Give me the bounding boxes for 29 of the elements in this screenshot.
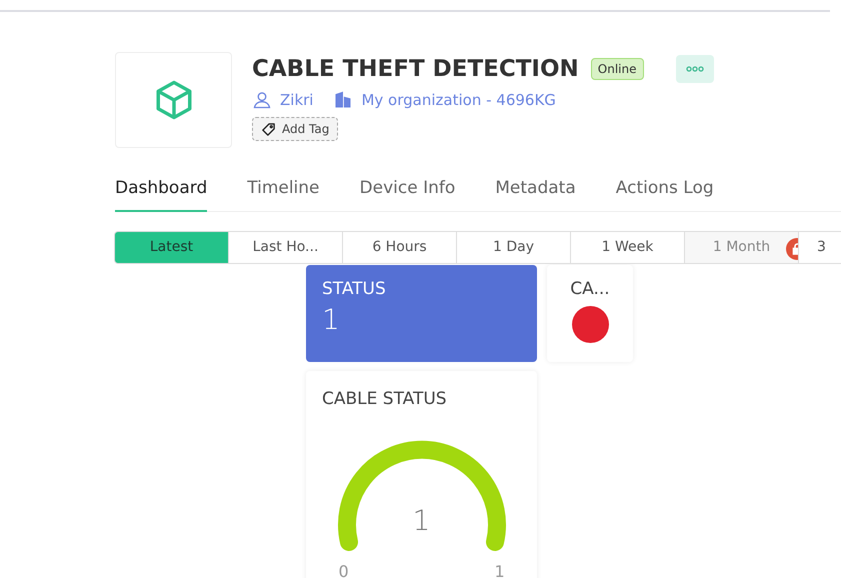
time-range-button[interactable]: 1 Week: [570, 230, 685, 264]
gauge-min: 0: [338, 561, 349, 578]
tab[interactable]: Actions Log: [616, 176, 714, 212]
widget-value: 1: [322, 302, 340, 337]
add-tag-button[interactable]: Add Tag: [252, 117, 338, 141]
tab[interactable]: Dashboard: [115, 176, 208, 212]
tab[interactable]: Metadata: [495, 176, 576, 212]
time-range-button[interactable]: Last Ho...: [228, 230, 343, 264]
gauge-max: 1: [494, 561, 505, 578]
time-range-button[interactable]: 6 Hours: [342, 230, 457, 264]
widget-title: CA...: [570, 278, 610, 300]
time-range-button[interactable]: 1 Month: [684, 230, 799, 264]
widget-title: CABLE STATUS: [322, 388, 447, 410]
tab[interactable]: Timeline: [247, 176, 320, 212]
more-button[interactable]: [676, 55, 714, 84]
gauge-value: 1: [412, 503, 430, 539]
device-title: CABLE THEFT DETECTION: [252, 55, 579, 84]
online-status: Online: [590, 58, 644, 80]
time-range-button[interactable]: 1 Day: [456, 230, 571, 264]
organization-link[interactable]: My organization - 4696KG: [361, 88, 556, 111]
user-icon: [252, 90, 272, 110]
building-icon: [333, 90, 354, 110]
more-icon: [686, 66, 704, 72]
tag-icon: [261, 122, 276, 136]
widget-title: STATUS: [322, 278, 386, 300]
tab[interactable]: Device Info: [360, 176, 456, 212]
owner-link[interactable]: Zikri: [280, 88, 314, 111]
time-range-button[interactable]: Latest: [114, 230, 229, 264]
time-range-button[interactable]: 3: [798, 230, 841, 264]
